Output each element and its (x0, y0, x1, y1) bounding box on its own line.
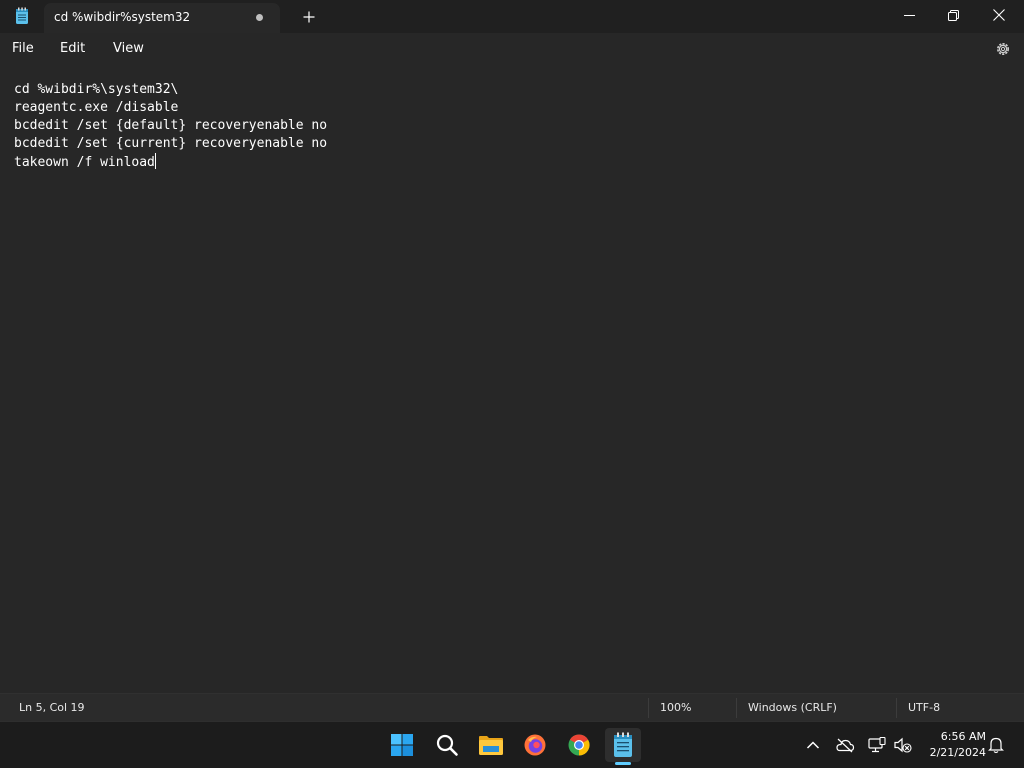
minimize-button[interactable] (886, 0, 932, 30)
firefox-icon (524, 734, 546, 756)
document-text[interactable]: cd %wibdir%\system32\ reagentc.exe /disa… (14, 81, 327, 171)
text-line-5-content: takeown /f winload (14, 155, 155, 170)
settings-button[interactable] (994, 40, 1012, 58)
notifications-button[interactable] (986, 735, 1006, 755)
text-editor[interactable]: cd %wibdir%\system32\ reagentc.exe /disa… (0, 72, 1024, 692)
file-explorer-icon (479, 736, 503, 755)
active-app-indicator (615, 762, 631, 765)
restore-button[interactable] (930, 0, 976, 30)
cursor-position: Ln 5, Col 19 (19, 701, 85, 714)
status-divider (648, 698, 649, 718)
windows-start-icon (391, 734, 413, 756)
onedrive-offline-icon (836, 738, 855, 753)
close-icon (993, 9, 1005, 21)
text-line-5: takeown /f winload (14, 153, 327, 171)
taskbar: 6:56 AM 2/21/2024 (0, 721, 1024, 768)
status-divider (736, 698, 737, 718)
start-button[interactable] (384, 728, 420, 762)
notepad-icon (614, 732, 632, 757)
title-bar: cd %wibdir%system32 (0, 0, 1024, 33)
clock-date: 2/21/2024 (929, 746, 986, 759)
volume-button[interactable] (893, 735, 913, 755)
notepad-taskbar-button[interactable] (605, 728, 641, 762)
close-button[interactable] (976, 0, 1022, 30)
file-explorer-button[interactable] (473, 728, 509, 762)
notifications-icon (988, 737, 1004, 754)
menu-view[interactable]: View (113, 40, 144, 57)
onedrive-button[interactable] (835, 735, 855, 755)
tab-title: cd %wibdir%system32 (54, 10, 191, 24)
text-line-3: bcdedit /set {default} recoveryenable no (14, 118, 328, 133)
network-icon (868, 737, 886, 753)
unsaved-dot-icon[interactable] (256, 14, 263, 21)
menu-bar: File Edit View (0, 33, 1024, 65)
tab-document[interactable]: cd %wibdir%system32 (44, 3, 280, 33)
firefox-button[interactable] (517, 728, 553, 762)
chevron-up-icon (806, 741, 820, 749)
plus-icon (303, 11, 315, 23)
gear-icon (997, 43, 1009, 55)
status-bar: Ln 5, Col 19 100% Windows (CRLF) UTF-8 (0, 693, 1024, 721)
encoding: UTF-8 (908, 701, 941, 714)
text-line-2: reagentc.exe /disable (14, 100, 179, 115)
text-line-1: cd %wibdir%\system32\ (14, 82, 179, 97)
search-icon (436, 734, 458, 756)
text-caret (154, 153, 156, 169)
minimize-icon (903, 14, 915, 16)
text-line-4: bcdedit /set {current} recoveryenable no (14, 136, 328, 151)
menu-file[interactable]: File (12, 40, 34, 57)
show-hidden-icons-button[interactable] (803, 735, 823, 755)
clock[interactable]: 6:56 AM 2/21/2024 (920, 729, 986, 761)
notepad-app-icon (13, 7, 31, 25)
clock-time: 6:56 AM (940, 730, 986, 743)
chrome-button[interactable] (561, 728, 597, 762)
search-button[interactable] (429, 728, 465, 762)
restore-icon (947, 9, 959, 21)
status-divider (896, 698, 897, 718)
chrome-icon (568, 734, 590, 756)
network-button[interactable] (867, 735, 887, 755)
zoom-level: 100% (660, 701, 692, 714)
volume-muted-icon (894, 737, 912, 753)
new-tab-button[interactable] (296, 4, 322, 30)
menu-edit[interactable]: Edit (60, 40, 85, 57)
line-ending: Windows (CRLF) (748, 701, 837, 714)
